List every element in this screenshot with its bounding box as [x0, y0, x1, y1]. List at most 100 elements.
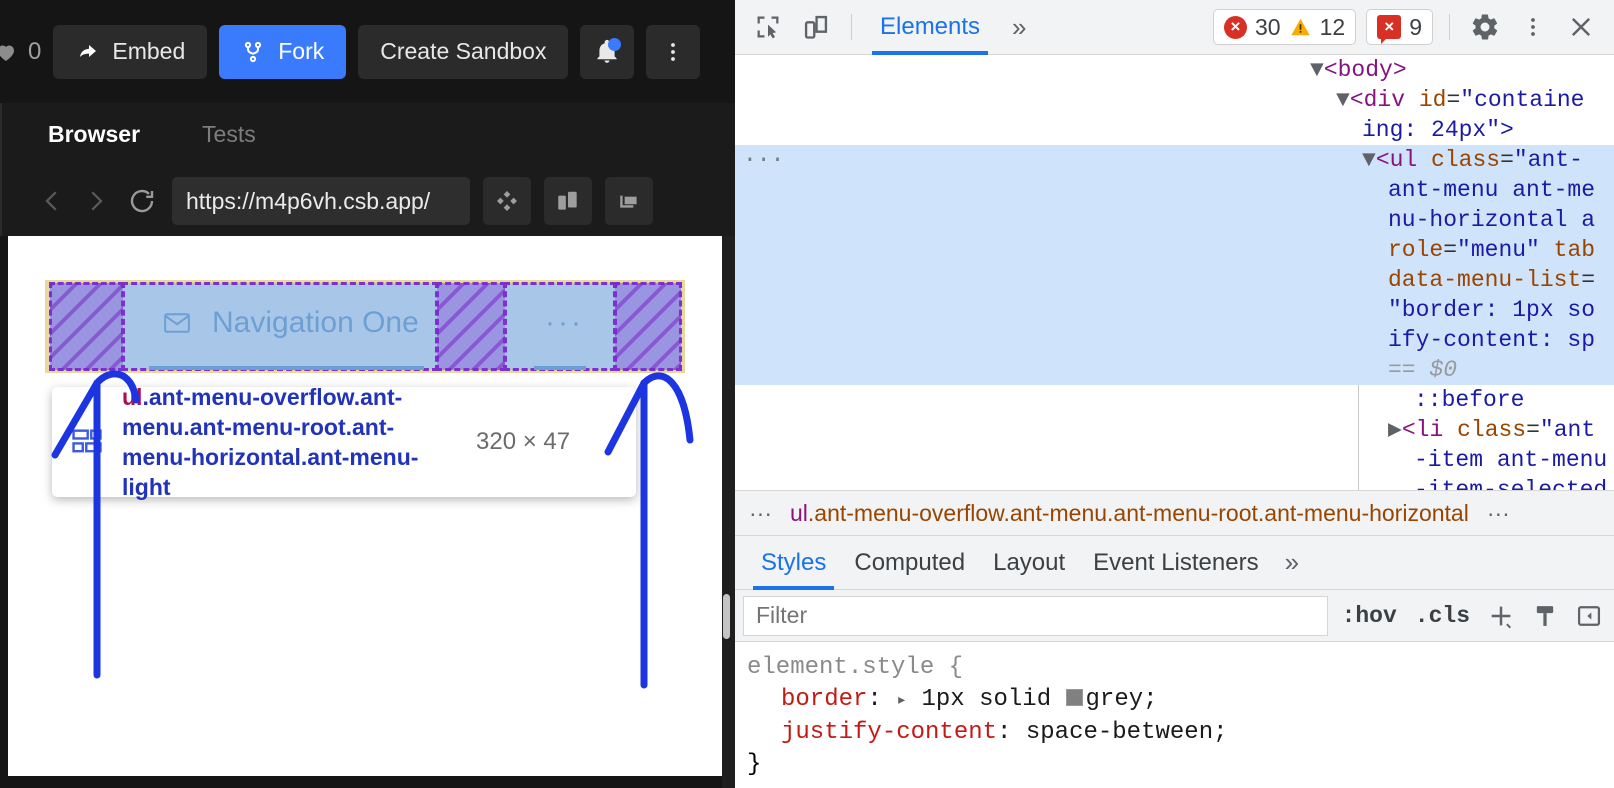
chevron-left-icon — [45, 191, 57, 211]
reload-button[interactable] — [118, 179, 166, 223]
toggle-device-toolbar-button[interactable] — [797, 8, 835, 46]
dom-tree-line[interactable]: ▶<li class="ant — [735, 415, 1614, 445]
url-input[interactable] — [172, 177, 470, 225]
notification-badge — [608, 37, 622, 51]
dom-tree-line[interactable]: ▼<div id="containe — [735, 85, 1614, 115]
toggle-sidebar-icon — [1577, 605, 1601, 626]
dom-tree-line[interactable]: ing: 24px"> — [735, 115, 1614, 145]
styles-tab-overflow-icon[interactable]: » — [1275, 547, 1309, 578]
create-sandbox-label: Create Sandbox — [380, 38, 547, 64]
gear-icon — [1472, 14, 1498, 40]
cls-toggle[interactable]: .cls — [1411, 603, 1474, 629]
breadcrumb-overflow-left[interactable]: ··· — [749, 500, 772, 527]
tab-styles[interactable]: Styles — [749, 536, 838, 590]
border-expander-icon[interactable]: ▸ — [896, 691, 907, 711]
inspect-element-button[interactable] — [749, 8, 787, 46]
dom-tree-line[interactable]: nu-horizontal a — [735, 205, 1614, 235]
create-sandbox-button[interactable]: Create Sandbox — [358, 24, 569, 79]
dom-tree[interactable]: ▼<body> ▼<div id="containe ing: 24px"> ··· ▼… — [735, 55, 1614, 490]
css-rules-pane[interactable]: element.style { border: ▸ 1px solid grey… — [735, 642, 1614, 788]
more-options-button[interactable] — [646, 24, 701, 79]
styles-filter-input[interactable] — [743, 595, 1328, 636]
toggle-sidebar-button[interactable] — [1572, 599, 1606, 633]
dom-tree-line[interactable]: data-menu-list= — [735, 265, 1614, 295]
fork-button[interactable]: Fork — [219, 24, 347, 79]
tab-tests[interactable]: Tests — [202, 121, 256, 148]
dom-tree-lines: ▼<body> ▼<div id="containe ing: 24px"> ··· ▼… — [735, 55, 1614, 490]
css-property-justify-content[interactable]: justify-content — [781, 719, 997, 746]
devtools-tab-overflow-icon[interactable]: » — [1002, 12, 1036, 43]
forward-button[interactable] — [74, 179, 118, 223]
split-view-icon — [558, 191, 577, 210]
toolbar-divider-2 — [1449, 14, 1450, 40]
breadcrumb-overflow-right[interactable]: ··· — [1487, 500, 1510, 527]
css-declaration-justify-content[interactable]: justify-content: space-between; — [747, 717, 1602, 749]
fork-icon — [245, 41, 262, 62]
split-view-button[interactable] — [544, 177, 592, 225]
open-in-new-window-button[interactable] — [605, 177, 653, 225]
dom-tree-line[interactable]: == $0 — [735, 355, 1614, 385]
close-devtools-button[interactable] — [1562, 8, 1600, 46]
css-rule-open-brace: { — [948, 654, 964, 681]
dom-tree-line[interactable]: "border: 1px so — [735, 295, 1614, 325]
back-button[interactable] — [30, 179, 74, 223]
codesandbox-pane: 0 Embed Fork Create Sandbox Browser Test… — [0, 0, 735, 788]
menu-overflow-ellipsis[interactable]: ··· — [545, 306, 584, 340]
element-inspector-tooltip: ul.ant-menu-overflow.ant-menu.ant-menu-r… — [52, 384, 636, 500]
kebab-menu-icon — [1531, 18, 1535, 36]
element-class-button[interactable] — [1528, 599, 1562, 633]
styles-sidebar-tabs: Styles Computed Layout Event Listeners » — [735, 536, 1614, 590]
tab-computed[interactable]: Computed — [842, 536, 977, 590]
issues-counter[interactable]: × 9 — [1366, 9, 1433, 45]
warning-count: 12 — [1319, 13, 1346, 40]
error-count: 30 — [1255, 13, 1281, 40]
settings-button[interactable] — [1466, 8, 1504, 46]
css-property-border[interactable]: border — [781, 686, 867, 713]
embed-button[interactable]: Embed — [53, 24, 208, 79]
dom-gutter-ellipsis: ··· — [743, 147, 785, 173]
dom-tree-line[interactable]: ::before — [735, 385, 1614, 415]
inspect-element-icon — [757, 16, 779, 39]
kebab-menu-icon — [671, 42, 676, 61]
element-highlight-overlay: Navigation One ··· — [45, 280, 685, 373]
css-declaration-border[interactable]: border: ▸ 1px solid grey; — [747, 684, 1602, 717]
devtools-left-gutter — [722, 236, 735, 788]
console-counters[interactable]: × 30 12 — [1213, 9, 1357, 45]
dom-tree-line[interactable]: ··· ▼<ul class="ant- — [735, 145, 1614, 175]
color-swatch[interactable] — [1065, 689, 1083, 706]
new-style-rule-button[interactable] — [1484, 599, 1518, 633]
embed-button-label: Embed — [112, 38, 186, 64]
hov-toggle[interactable]: :hov — [1338, 603, 1401, 629]
tab-browser[interactable]: Browser — [48, 121, 140, 148]
highlight-margin-middle — [436, 282, 506, 371]
dom-tree-line[interactable]: role="menu" tab — [735, 235, 1614, 265]
responsive-preview-button[interactable] — [483, 177, 531, 225]
like-group[interactable]: 0 — [0, 38, 41, 66]
highlight-margin-right — [614, 282, 682, 371]
inspector-classes: .ant-menu-overflow.ant-menu.ant-menu-roo… — [122, 384, 419, 500]
reload-icon — [130, 189, 154, 213]
tab-event-listeners[interactable]: Event Listeners — [1081, 536, 1270, 590]
dom-tree-line[interactable]: -item ant-menu — [735, 445, 1614, 475]
css-value-justify-content[interactable]: space-between — [1026, 719, 1213, 746]
tab-elements[interactable]: Elements — [868, 0, 992, 55]
css-rule-selector[interactable]: element.style — [747, 654, 934, 681]
tab-layout[interactable]: Layout — [981, 536, 1077, 590]
devtools-more-button[interactable] — [1514, 8, 1552, 46]
css-value-border-color: grey; — [1085, 686, 1158, 713]
dom-tree-line[interactable]: -item-selected — [735, 475, 1614, 490]
notifications-button[interactable] — [580, 24, 635, 79]
styles-filter-row: :hov .cls — [735, 590, 1614, 642]
devtools-toolbar: Elements » × 30 12 × 9 — [735, 0, 1614, 55]
preview-scrollbar-thumb[interactable] — [723, 594, 730, 639]
close-icon — [1571, 17, 1591, 37]
dom-tree-line[interactable]: ant-menu ant-me — [735, 175, 1614, 205]
breadcrumb-item-ul[interactable]: ul.ant-menu-overflow.ant-menu.ant-menu-r… — [790, 500, 1469, 527]
highlight-margin-left — [49, 282, 124, 371]
toggle-device-toolbar-icon — [804, 15, 828, 39]
codesandbox-toolbar: 0 Embed Fork Create Sandbox — [0, 0, 735, 103]
dom-tree-line[interactable]: ▼<body> — [735, 55, 1614, 85]
breadcrumb-tag: ul — [789, 499, 808, 526]
plus-icon — [1491, 606, 1511, 628]
dom-tree-line[interactable]: ify-content: sp — [735, 325, 1614, 355]
